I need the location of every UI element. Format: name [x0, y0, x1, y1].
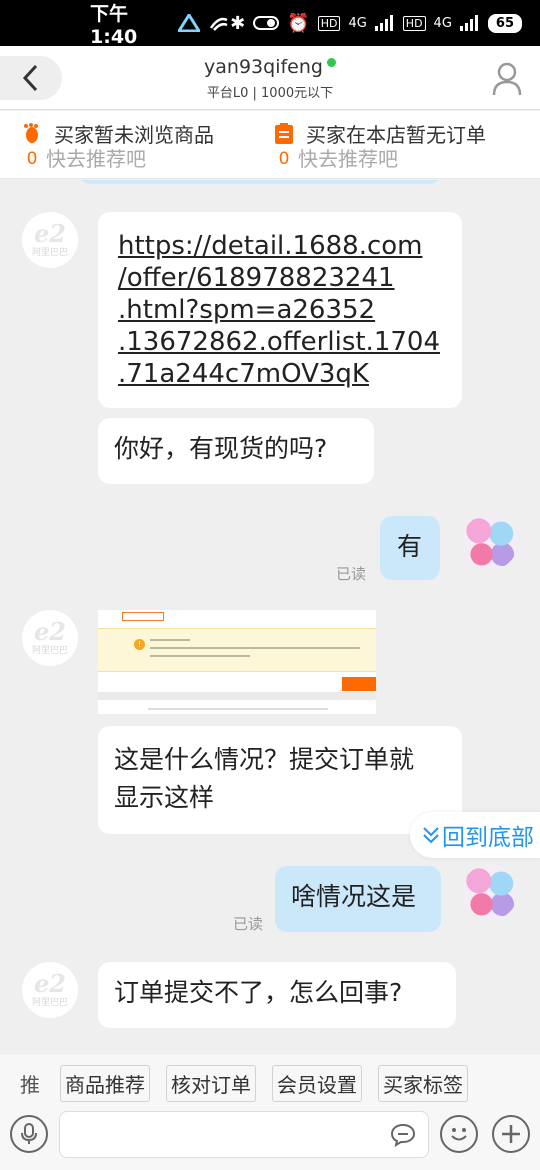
image-message[interactable]: ! — [98, 610, 376, 714]
message-text: 这是什么情况？提交订单就 显示这样 — [114, 745, 415, 812]
contact-level: 平台L0 | 1000元以下 — [206, 86, 334, 101]
my-avatar[interactable] — [462, 514, 518, 570]
message-text: 订单提交不了，怎么回事? — [114, 978, 403, 1007]
plus-icon — [502, 1125, 520, 1143]
net-type-1: 4G — [348, 15, 367, 31]
message-bubble[interactable]: https://detail.1688.com /offer/618978823… — [98, 212, 462, 408]
chat-header: yan93qifeng 平台L0 | 1000元以下 — [0, 46, 540, 110]
order-info[interactable]: 0 买家在本店暂无订单 快去推荐吧 — [270, 123, 486, 171]
profile-icon[interactable] — [492, 62, 522, 96]
message-text: 你好，有现货的吗? — [114, 434, 328, 463]
alarm-icon: ⏰ — [287, 12, 310, 34]
quick-actions-bar: 推 商品推荐 核对订单 会员设置 买家标签 — [0, 1055, 540, 1111]
order-text: 买家在本店暂无订单 — [306, 123, 486, 147]
seller-avatar[interactable]: e2 阿里巴巴 — [22, 962, 78, 1018]
double-chevron-down-icon — [423, 827, 439, 844]
order-sub: 快去推荐吧 — [298, 147, 398, 171]
message-text: 有 — [397, 532, 423, 561]
quick-reply-icon[interactable] — [390, 1123, 416, 1147]
message-bubble[interactable]: 这是什么情况？提交订单就 显示这样 — [98, 726, 462, 834]
footprint-icon — [24, 123, 38, 143]
smile-icon — [451, 1128, 467, 1141]
bluetooth-icon: ✱ — [230, 12, 246, 34]
voice-button[interactable] — [10, 1115, 48, 1153]
read-receipt: 已读 — [233, 915, 264, 933]
seller-avatar[interactable]: e2 阿里巴巴 — [22, 610, 78, 666]
online-status-dot — [326, 58, 336, 67]
tag-buyer-label[interactable]: 买家标签 — [378, 1064, 468, 1102]
product-link[interactable]: https://detail.1688.com /offer/618978823… — [98, 212, 462, 408]
my-message-bubble[interactable]: 啥情况这是 — [275, 866, 441, 932]
signal-icon-2 — [459, 15, 478, 31]
message-bubble[interactable]: 你好，有现货的吗? — [98, 418, 374, 484]
signal-hd-1: HD — [317, 15, 341, 31]
net-type-2: 4G — [433, 15, 452, 31]
more-button[interactable] — [492, 1115, 530, 1153]
status-bar: 下午1:40 ✱ ⏰ HD 4G HD 4G 65 — [0, 0, 540, 48]
toggle-icon — [253, 16, 280, 30]
order-list-icon — [275, 123, 293, 144]
read-receipt: 已读 — [336, 565, 367, 583]
message-input[interactable] — [59, 1111, 429, 1158]
message-text: 啥情况这是 — [291, 882, 417, 911]
browse-count: 0 — [26, 149, 38, 169]
seller-avatar[interactable]: e2 阿里巴巴 — [22, 212, 78, 268]
previous-bubble-peek — [80, 180, 440, 184]
contact-name: yan93qifeng — [204, 56, 323, 78]
browse-sub: 快去推荐吧 — [46, 147, 146, 171]
input-bar — [0, 1111, 540, 1170]
signal-icon-1 — [374, 15, 393, 31]
browse-text: 买家暂未浏览商品 — [54, 123, 214, 147]
my-avatar[interactable] — [462, 864, 518, 920]
signal-hd-2: HD — [402, 15, 426, 31]
tag-product-recommend[interactable]: 商品推荐 — [60, 1064, 150, 1102]
quick-actions-prefix: 推 — [20, 1072, 40, 1097]
chat-list[interactable]: e2 阿里巴巴 https://detail.1688.com /offer/6… — [0, 180, 540, 1055]
buyer-info-bar: 0 买家暂未浏览商品 快去推荐吧 0 买家在本店暂无订单 快去推荐吧 — [0, 111, 540, 179]
message-bubble[interactable]: 订单提交不了，怎么回事? — [98, 962, 456, 1028]
microphone-icon — [21, 1123, 37, 1144]
browse-info[interactable]: 0 买家暂未浏览商品 快去推荐吧 — [18, 123, 214, 171]
order-count: 0 — [278, 149, 290, 169]
app-icon — [178, 14, 201, 32]
link-icon — [210, 17, 228, 31]
back-to-bottom-button[interactable]: 回到底部 — [410, 812, 540, 858]
tag-member-settings[interactable]: 会员设置 — [272, 1064, 362, 1102]
battery-icon: 65 — [487, 13, 522, 33]
warning-icon: ! — [134, 639, 145, 650]
emoji-button[interactable] — [440, 1115, 478, 1153]
tag-verify-order[interactable]: 核对订单 — [166, 1064, 256, 1102]
status-time: 下午1:40 — [90, 2, 138, 48]
my-message-bubble[interactable]: 有 — [380, 516, 440, 580]
back-to-bottom-label: 回到底部 — [442, 825, 534, 851]
